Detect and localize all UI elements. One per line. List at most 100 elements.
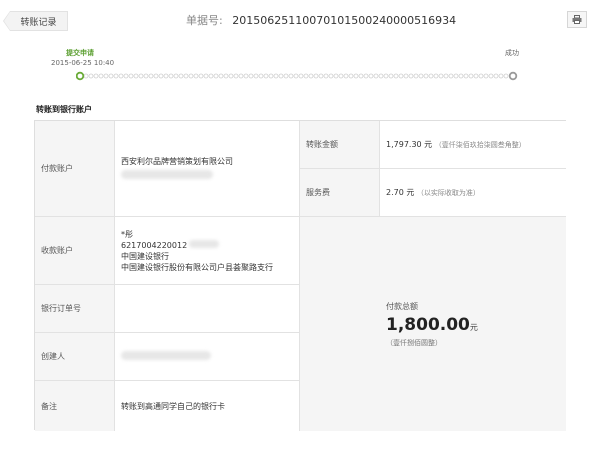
- progress-dot: [378, 73, 384, 79]
- payee-bank: 中国建设银行: [121, 251, 169, 261]
- progress-dot: [438, 73, 444, 79]
- progress-dot: [398, 73, 404, 79]
- progress-dot: [203, 73, 209, 79]
- progress-dot: [338, 73, 344, 79]
- progress-dot: [313, 73, 319, 79]
- fee-label: 服务费: [300, 169, 380, 217]
- progress-dot: [293, 73, 299, 79]
- creator-label: 创建人: [35, 333, 115, 381]
- step-success-label: 成功: [505, 49, 519, 57]
- total-words: （壹仟捌佰圆整）: [386, 338, 442, 347]
- progress-dot: [263, 73, 269, 79]
- progress-track: [76, 71, 518, 81]
- creator-value: [115, 333, 300, 381]
- progress-dot: [148, 73, 154, 79]
- progress-dot: [468, 73, 474, 79]
- document-number-value: 20150625110070101500240000516934: [226, 14, 457, 27]
- progress-dot: [83, 73, 89, 79]
- progress-dot: [363, 73, 369, 79]
- progress-dot: [198, 73, 204, 79]
- progress-dot: [153, 73, 159, 79]
- progress-dot: [233, 73, 239, 79]
- progress-dot: [178, 73, 184, 79]
- progress-dot: [368, 73, 374, 79]
- total-label: 付款总额: [386, 301, 418, 311]
- progress-dot: [483, 73, 489, 79]
- progress-dot: [213, 73, 219, 79]
- progress-dot: [193, 73, 199, 79]
- progress-dot: [353, 73, 359, 79]
- progress-dot: [123, 73, 129, 79]
- progress-dot: [488, 73, 494, 79]
- progress-dot: [248, 73, 254, 79]
- progress-dot: [283, 73, 289, 79]
- progress-dot: [108, 73, 114, 79]
- amount-unit: 元: [424, 140, 433, 149]
- progress-dot: [453, 73, 459, 79]
- progress-dot: [228, 73, 234, 79]
- back-to-records-button[interactable]: 转账记录: [3, 11, 68, 31]
- transfer-detail-table: 付款账户 西安利尔品牌营销策划有限公司 收款账户 *彤 621700422001…: [34, 120, 566, 431]
- printer-icon: [572, 15, 582, 24]
- fee-value: 2.70 元 （以实际收取为准）: [380, 169, 566, 217]
- payee-account-row: 6217004220012: [121, 239, 299, 251]
- progress-dot: [498, 73, 504, 79]
- total-number: 1,800.00: [386, 314, 470, 335]
- progress-dot: [88, 73, 94, 79]
- progress-dot: [288, 73, 294, 79]
- progress-dot: [173, 73, 179, 79]
- payee-account: 6217004220012: [121, 240, 188, 250]
- progress-dot: [318, 73, 324, 79]
- total-summary: 付款总额 1,800.00元 （壹仟捌佰圆整）: [300, 217, 566, 431]
- progress-dot: [328, 73, 334, 79]
- progress-dot: [218, 73, 224, 79]
- amount-value: 1,797.30 元 （壹仟柒佰玖拾柒圆叁角整）: [380, 121, 566, 169]
- amount-label: 转账金额: [300, 121, 380, 169]
- progress-dot: [238, 73, 244, 79]
- progress-dot: [118, 73, 124, 79]
- progress-dot: [493, 73, 499, 79]
- progress-dot: [188, 73, 194, 79]
- progress-dot: [163, 73, 169, 79]
- payee-label: 收款账户: [35, 217, 115, 285]
- progress-dot: [243, 73, 249, 79]
- progress-dot: [168, 73, 174, 79]
- progress-dot: [268, 73, 274, 79]
- print-button[interactable]: [567, 11, 587, 28]
- document-number: 单据号: 20150625110070101500240000516934: [186, 12, 457, 28]
- progress-dot: [223, 73, 229, 79]
- progress-dot: [343, 73, 349, 79]
- progress-dot: [408, 73, 414, 79]
- progress-dot: [143, 73, 149, 79]
- progress-dot: [448, 73, 454, 79]
- progress-dot: [403, 73, 409, 79]
- progress-dot: [388, 73, 394, 79]
- payer-label: 付款账户: [35, 121, 115, 217]
- back-button-label: 转账记录: [20, 17, 57, 28]
- total-unit: 元: [469, 322, 478, 332]
- fee-note: （以实际收取为准）: [416, 189, 480, 197]
- progress-dot: [113, 73, 119, 79]
- progress-dot: [183, 73, 189, 79]
- step-submit-time: 2015-06-25 10:40: [51, 59, 115, 67]
- progress-dot: [333, 73, 339, 79]
- progress-dot: [393, 73, 399, 79]
- progress-dot: [93, 73, 99, 79]
- progress-end-node: [508, 71, 518, 81]
- transfer-detail-page: 转账记录 单据号: 201506251100701015002400005169…: [0, 0, 600, 452]
- progress-dot: [308, 73, 314, 79]
- progress-dot: [443, 73, 449, 79]
- progress-dot: [208, 73, 214, 79]
- bank-order-label: 银行订单号: [35, 285, 115, 333]
- progress-dot: [253, 73, 259, 79]
- amount-words: （壹仟柒佰玖拾柒圆叁角整）: [434, 141, 526, 149]
- payer-name: 西安利尔品牌营销策划有限公司: [121, 157, 233, 166]
- progress-dot: [423, 73, 429, 79]
- progress-dot: [298, 73, 304, 79]
- progress-dot: [258, 73, 264, 79]
- progress-dot: [138, 73, 144, 79]
- amount-number: 1,797.30: [386, 140, 422, 149]
- total-amount: 1,800.00元: [386, 315, 478, 335]
- progress-dot: [273, 73, 279, 79]
- remark-label: 备注: [35, 381, 115, 431]
